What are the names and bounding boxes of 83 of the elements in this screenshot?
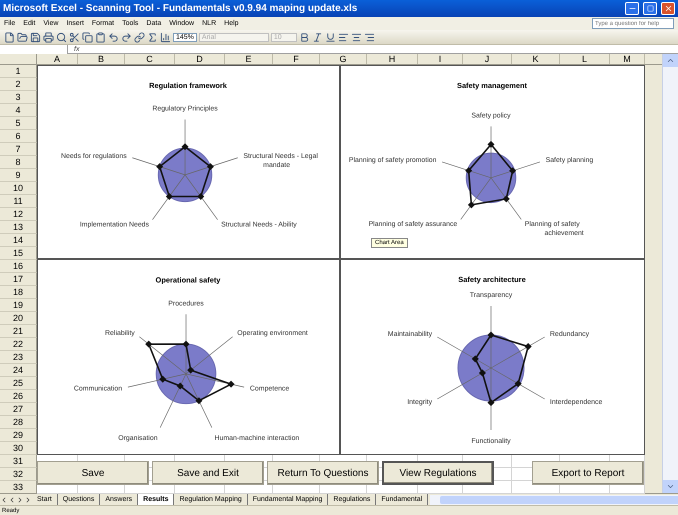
scroll-down-icon[interactable] xyxy=(663,480,678,493)
row-header[interactable]: 1 xyxy=(0,65,37,78)
sheet-button[interactable]: Export to Report xyxy=(532,461,644,485)
align-right-icon[interactable] xyxy=(364,32,375,42)
row-header[interactable]: 27 xyxy=(0,403,37,416)
row-header[interactable]: 13 xyxy=(0,221,37,234)
maximize-button[interactable] xyxy=(643,2,657,15)
scroll-up-icon[interactable] xyxy=(663,54,678,67)
sheet-button[interactable]: View Regulations xyxy=(382,461,494,485)
column-header[interactable]: H xyxy=(367,54,418,64)
save-icon[interactable] xyxy=(30,32,41,42)
row-header[interactable]: 6 xyxy=(0,130,37,143)
row-header[interactable]: 32 xyxy=(0,468,37,481)
column-header[interactable]: E xyxy=(225,54,273,64)
sheet-button[interactable]: Return To Questions xyxy=(267,461,379,485)
row-header[interactable]: 31 xyxy=(0,455,37,468)
minimize-button[interactable] xyxy=(625,2,639,15)
sigma-icon[interactable] xyxy=(147,32,158,42)
sheet-button[interactable]: Save and Exit xyxy=(152,461,264,485)
horizontal-scrollbar[interactable] xyxy=(430,494,678,504)
column-header[interactable]: L xyxy=(560,54,610,64)
row-header[interactable]: 19 xyxy=(0,299,37,312)
close-button[interactable] xyxy=(661,2,675,15)
row-header[interactable]: 12 xyxy=(0,208,37,221)
row-header[interactable]: 11 xyxy=(0,195,37,208)
row-header[interactable]: 3 xyxy=(0,91,37,104)
column-header[interactable]: I xyxy=(418,54,463,64)
row-header[interactable]: 26 xyxy=(0,390,37,403)
row-header[interactable]: 4 xyxy=(0,104,37,117)
paste-icon[interactable] xyxy=(95,32,106,42)
cut-icon[interactable] xyxy=(69,32,80,42)
open-folder-icon[interactable] xyxy=(17,32,28,42)
align-left-icon[interactable] xyxy=(338,32,349,42)
row-header[interactable]: 17 xyxy=(0,273,37,286)
row-header[interactable]: 10 xyxy=(0,182,37,195)
undo-icon[interactable] xyxy=(108,32,119,42)
maximize-icon xyxy=(646,5,654,12)
align-center-icon[interactable] xyxy=(350,32,362,42)
bold-icon[interactable] xyxy=(298,32,310,42)
radar-disc xyxy=(466,152,516,204)
row-header[interactable]: 30 xyxy=(0,442,37,455)
chart-icon[interactable] xyxy=(160,32,171,42)
row-header[interactable]: 22 xyxy=(0,338,37,351)
row-header[interactable]: 8 xyxy=(0,156,37,169)
print-icon[interactable] xyxy=(43,32,54,42)
column-header[interactable]: B xyxy=(78,54,125,64)
row-header[interactable]: 14 xyxy=(0,234,37,247)
row-header[interactable]: 7 xyxy=(0,143,37,156)
close-icon xyxy=(664,4,672,13)
window-title: Microsoft Excel - Scanning Tool - Fundamentals v0.9.94 maping update.xls xyxy=(3,3,358,14)
column-header[interactable]: K xyxy=(512,54,560,64)
row-header[interactable]: 29 xyxy=(0,429,37,442)
column-header[interactable]: M xyxy=(610,54,645,64)
new-file-icon[interactable] xyxy=(4,32,15,42)
row-header[interactable]: 28 xyxy=(0,416,37,429)
link-icon[interactable] xyxy=(134,32,145,42)
row-header[interactable]: 24 xyxy=(0,364,37,377)
row-header[interactable]: 20 xyxy=(0,312,37,325)
vertical-scrollbar[interactable] xyxy=(662,54,678,493)
copy-icon[interactable] xyxy=(82,32,93,42)
sheet-button[interactable]: Save xyxy=(37,461,149,485)
row-header[interactable]: 15 xyxy=(0,247,37,260)
radar-series-line xyxy=(465,140,516,208)
column-header[interactable]: G xyxy=(320,54,367,64)
radar-disc xyxy=(156,344,216,404)
row-header[interactable]: 2 xyxy=(0,78,37,91)
radar-disc xyxy=(458,334,524,402)
row-header[interactable]: 9 xyxy=(0,169,37,182)
search-icon[interactable] xyxy=(56,32,67,42)
column-header[interactable]: J xyxy=(463,54,512,64)
column-header[interactable]: F xyxy=(273,54,320,64)
row-header[interactable]: 5 xyxy=(0,117,37,130)
column-header[interactable]: D xyxy=(175,54,225,64)
row-header[interactable]: 18 xyxy=(0,286,37,299)
row-header[interactable]: 16 xyxy=(0,260,37,273)
row-header[interactable]: 21 xyxy=(0,325,37,338)
underline-icon[interactable] xyxy=(324,32,336,42)
italic-icon[interactable] xyxy=(312,32,323,42)
row-header[interactable]: 25 xyxy=(0,377,37,390)
column-header[interactable]: A xyxy=(37,54,78,64)
redo-icon[interactable] xyxy=(121,32,132,42)
column-header[interactable]: C xyxy=(125,54,175,64)
row-header[interactable]: 23 xyxy=(0,351,37,364)
